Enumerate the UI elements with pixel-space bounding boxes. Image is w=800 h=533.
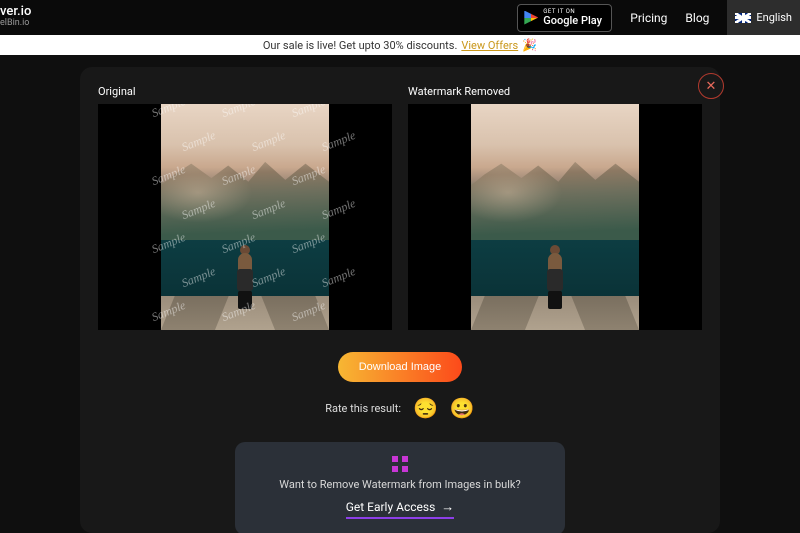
promo-bar: Our sale is live! Get upto 30% discounts… <box>0 35 800 55</box>
top-nav: GET IT ON Google Play Pricing Blog Engli… <box>517 0 800 35</box>
brand-title: ver.io <box>0 4 31 19</box>
rate-row: Rate this result: 😔 😀 <box>98 396 702 420</box>
top-bar: ver.io elBin.io GET IT ON Google Play Pr… <box>0 0 800 35</box>
bulk-question: Want to Remove Watermark from Images in … <box>245 478 555 491</box>
mountain-layer <box>471 158 639 248</box>
nav-blog[interactable]: Blog <box>685 11 709 25</box>
person-figure <box>546 245 564 303</box>
promo-text: Our sale is live! Get upto 30% discounts… <box>263 39 458 52</box>
brand: ver.io elBin.io <box>0 4 31 28</box>
bulk-grid-icon <box>392 456 408 472</box>
person-figure <box>236 245 254 303</box>
language-label: English <box>756 11 792 24</box>
original-image: SampleSampleSampleSampleSampleSampleSamp… <box>98 104 392 330</box>
view-offers-link[interactable]: View Offers <box>461 39 518 52</box>
photo-original: SampleSampleSampleSampleSampleSampleSamp… <box>161 104 329 330</box>
mountain-layer <box>161 158 329 248</box>
original-label: Original <box>98 85 392 98</box>
language-selector[interactable]: English <box>727 0 800 35</box>
close-button[interactable]: ✕ <box>698 73 724 99</box>
nav-pricing[interactable]: Pricing <box>630 11 667 25</box>
rate-happy-button[interactable]: 😀 <box>450 396 475 420</box>
rate-label: Rate this result: <box>325 402 401 415</box>
close-icon: ✕ <box>706 79 717 94</box>
arrow-right-icon: → <box>441 499 454 515</box>
early-access-label: Get Early Access <box>346 500 436 514</box>
google-play-icon <box>524 11 538 25</box>
image-labels: Original Watermark Removed <box>98 85 702 98</box>
google-play-large: Google Play <box>543 15 602 26</box>
image-compare-row: SampleSampleSampleSampleSampleSampleSamp… <box>98 104 702 330</box>
early-access-link[interactable]: Get Early Access → <box>346 499 455 519</box>
uk-flag-icon <box>735 13 751 23</box>
removed-label: Watermark Removed <box>408 85 702 98</box>
rate-sad-button[interactable]: 😔 <box>413 396 438 420</box>
download-button[interactable]: Download Image <box>338 352 462 382</box>
main-stage: ✕ Original Watermark Removed SampleSampl… <box>0 55 800 533</box>
result-panel: ✕ Original Watermark Removed SampleSampl… <box>80 67 720 533</box>
brand-subtitle: elBin.io <box>0 18 31 28</box>
party-popper-icon: 🎉 <box>522 38 537 52</box>
google-play-badge[interactable]: GET IT ON Google Play <box>517 4 612 32</box>
google-play-text: GET IT ON Google Play <box>543 9 602 26</box>
processed-image <box>408 104 702 330</box>
photo-processed <box>471 104 639 330</box>
bulk-card: Want to Remove Watermark from Images in … <box>235 442 565 533</box>
